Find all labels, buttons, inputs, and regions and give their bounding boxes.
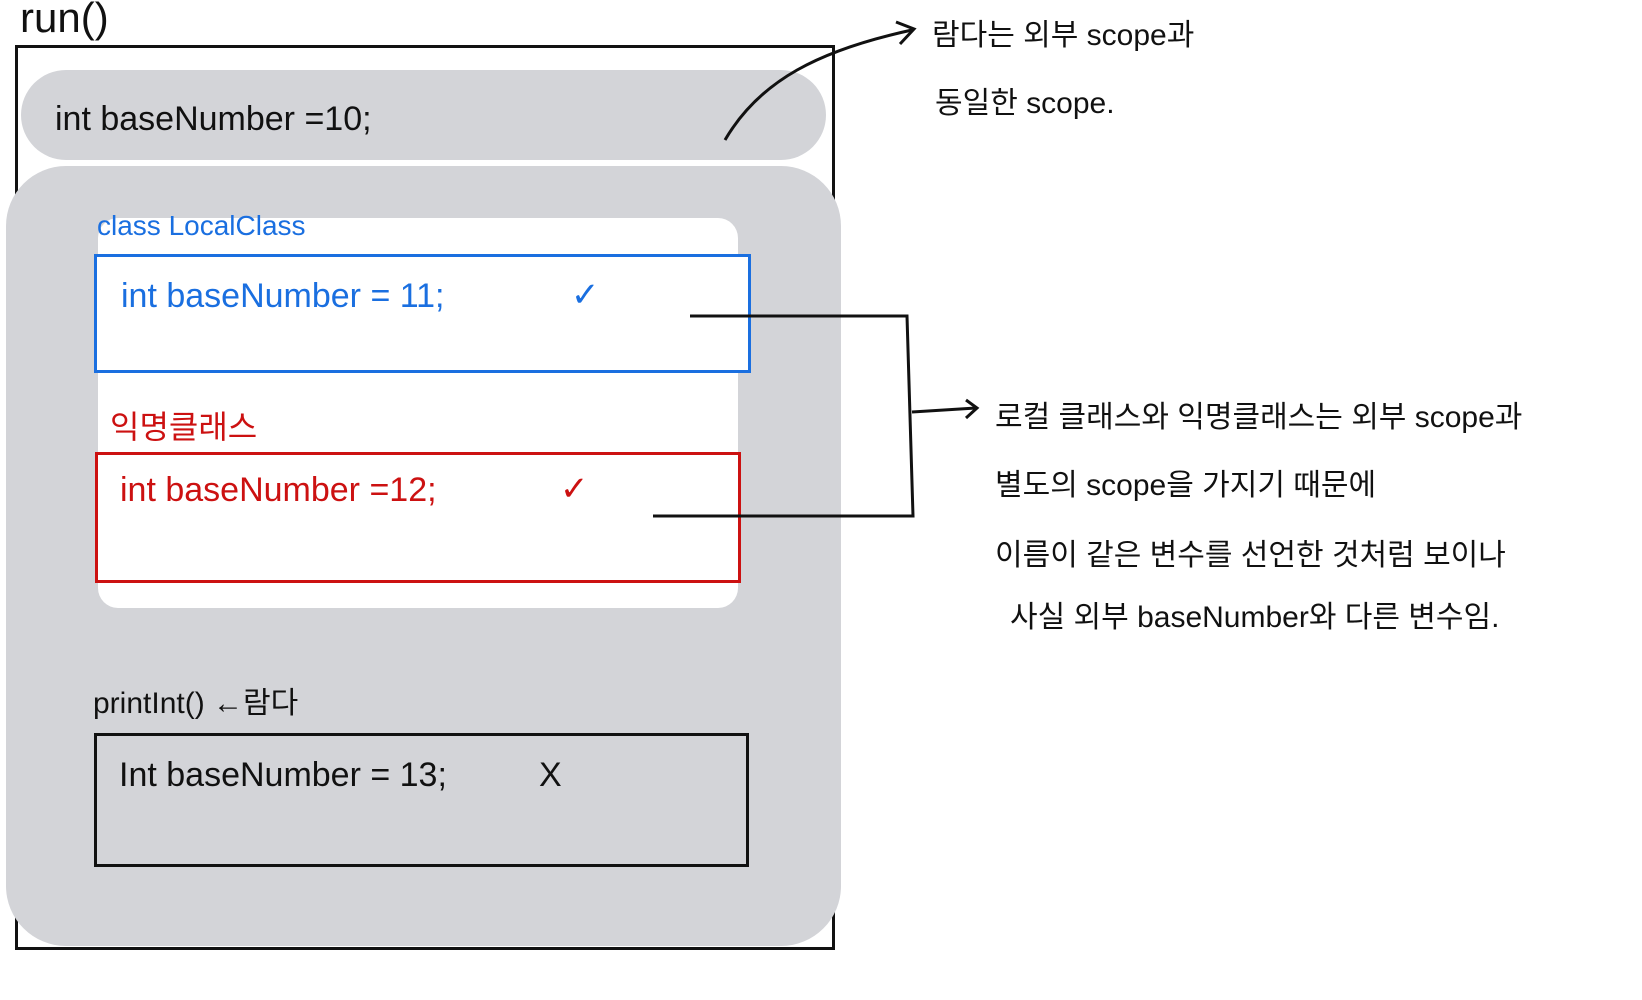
class-note-line: 사실 외부 baseNumber와 다른 변수임. bbox=[1010, 601, 1500, 634]
class-arrow-line bbox=[911, 406, 977, 414]
class-note-line: 로컬 클래스와 익명클래스는 외부 scope과 bbox=[995, 401, 1523, 434]
lambda-arrow-line bbox=[723, 28, 913, 141]
lambda-note-line: 동일한 scope. bbox=[935, 87, 1115, 120]
class-note-line: 별도의 scope을 가지기 때문에 bbox=[995, 469, 1377, 502]
lambda-note-line: 람다는 외부 scope과 bbox=[932, 19, 1195, 52]
class-note-line: 이름이 같은 변수를 선언한 것처럼 보이나 bbox=[995, 539, 1506, 572]
connector-lines bbox=[653, 20, 980, 518]
bracket-line bbox=[653, 314, 915, 518]
